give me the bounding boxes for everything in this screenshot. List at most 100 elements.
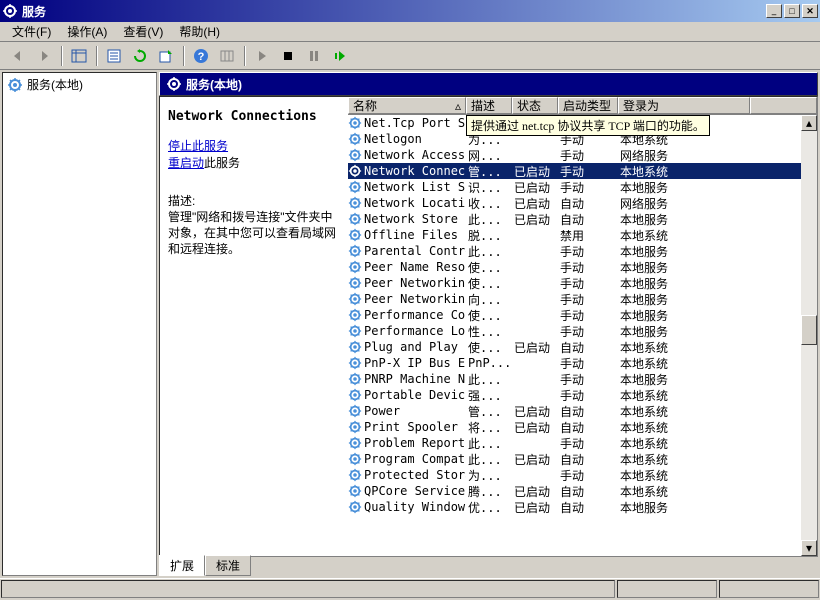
col-status[interactable]: 状态	[512, 97, 558, 114]
scroll-up-button[interactable]: ▴	[801, 115, 817, 131]
service-row[interactable]: Peer Networkin...向...手动本地服务	[348, 291, 817, 307]
tab-standard[interactable]: 标准	[205, 555, 251, 576]
app-icon	[2, 3, 18, 19]
service-row[interactable]: Network List S...识...已启动手动本地服务	[348, 179, 817, 195]
service-row[interactable]: Performance Co...使...手动本地服务	[348, 307, 817, 323]
refresh-button[interactable]	[128, 45, 152, 67]
gear-icon	[348, 116, 362, 130]
gear-icon	[348, 340, 362, 354]
menu-view[interactable]: 查看(V)	[115, 21, 171, 42]
service-row[interactable]: Offline Files脱...禁用本地系统	[348, 227, 817, 243]
gear-icon	[348, 148, 362, 162]
close-button[interactable]: ✕	[802, 4, 818, 18]
service-row[interactable]: Network Locati...收...已启动自动网络服务	[348, 195, 817, 211]
gear-icon	[348, 244, 362, 258]
service-row[interactable]: Network Store ...此...已启动自动本地服务	[348, 211, 817, 227]
gear-icon	[348, 276, 362, 290]
service-row[interactable]: Program Compat...此...已启动自动本地系统	[348, 451, 817, 467]
properties-button[interactable]	[102, 45, 126, 67]
tabbar: 扩展 标准	[159, 556, 818, 576]
vertical-scrollbar[interactable]: ▴ ▾	[801, 115, 817, 556]
desc-body: 管理"网络和拨号连接"文件夹中对象，在其中您可以查看局域网和远程连接。	[168, 209, 340, 257]
col-desc[interactable]: 描述	[466, 97, 512, 114]
gear-icon	[348, 356, 362, 370]
columns-button[interactable]	[215, 45, 239, 67]
scroll-down-button[interactable]: ▾	[801, 540, 817, 556]
service-row[interactable]: Peer Networkin...使...手动本地服务	[348, 275, 817, 291]
service-row[interactable]: Plug and Play使...已启动自动本地系统	[348, 339, 817, 355]
stop-link[interactable]: 停止此服务	[168, 138, 340, 154]
service-row[interactable]: Performance Lo...性...手动本地服务	[348, 323, 817, 339]
service-row[interactable]: Power管...已启动自动本地系统	[348, 403, 817, 419]
service-row[interactable]: Network Connec...管...已启动手动本地系统	[348, 163, 817, 179]
col-startup[interactable]: 启动类型	[558, 97, 618, 114]
stop-service-button[interactable]	[276, 45, 300, 67]
service-row[interactable]: Print Spooler将...已启动自动本地系统	[348, 419, 817, 435]
restart-link[interactable]: 重启动	[168, 156, 204, 170]
status-1	[617, 580, 717, 598]
gear-icon	[348, 468, 362, 482]
tooltip: 提供通过 net.tcp 协议共享 TCP 端口的功能。	[466, 115, 710, 136]
gear-icon	[348, 420, 362, 434]
gear-icon	[348, 324, 362, 338]
menu-action[interactable]: 操作(A)	[59, 21, 115, 42]
menu-help[interactable]: 帮助(H)	[171, 21, 228, 42]
col-spacer	[750, 97, 817, 114]
start-service-button	[250, 45, 274, 67]
scroll-track[interactable]	[801, 131, 817, 540]
gear-icon	[348, 500, 362, 514]
maximize-button[interactable]: □	[784, 4, 800, 18]
restart-suffix: 此服务	[204, 156, 240, 170]
service-row[interactable]: Parental Controls此...手动本地服务	[348, 243, 817, 259]
gear-icon	[348, 484, 362, 498]
gear-icon	[348, 260, 362, 274]
list-pane: 名称▵ 描述 状态 启动类型 登录为 Net.Tcp Port S...Netl…	[348, 97, 817, 556]
toolbar	[0, 42, 820, 70]
service-row[interactable]: PNRP Machine N...此...手动本地服务	[348, 371, 817, 387]
service-row[interactable]: Network Access...网...手动网络服务	[348, 147, 817, 163]
tree-pane: 服务(本地)	[2, 72, 157, 576]
gear-icon	[348, 404, 362, 418]
service-row[interactable]: Portable Devic...强...手动本地系统	[348, 387, 817, 403]
tab-extended[interactable]: 扩展	[159, 555, 205, 576]
gear-icon	[348, 292, 362, 306]
pane-header: 服务(本地)	[159, 72, 818, 96]
gear-icon	[348, 372, 362, 386]
back-button	[6, 45, 30, 67]
minimize-button[interactable]: _	[766, 4, 782, 18]
col-logon[interactable]: 登录为	[618, 97, 750, 114]
export-button[interactable]	[154, 45, 178, 67]
service-row[interactable]: Quality Window...优...已启动自动本地服务	[348, 499, 817, 515]
tree-root-label: 服务(本地)	[27, 76, 83, 93]
pause-service-button	[302, 45, 326, 67]
service-row[interactable]: QPCore Service腾...已启动自动本地系统	[348, 483, 817, 499]
forward-button	[32, 45, 56, 67]
gear-icon	[348, 164, 362, 178]
service-row[interactable]: Protected Storage为...手动本地系统	[348, 467, 817, 483]
col-name[interactable]: 名称▵	[348, 97, 466, 114]
gear-icon	[7, 77, 23, 93]
tree-root[interactable]: 服务(本地)	[3, 73, 156, 96]
titlebar: 服务 _ □ ✕	[0, 0, 820, 22]
scroll-thumb[interactable]	[801, 315, 817, 345]
gear-icon	[348, 228, 362, 242]
restart-service-button[interactable]	[328, 45, 352, 67]
detail-pane: Network Connections 停止此服务 重启动此服务 描述: 管理"…	[160, 97, 348, 556]
status-2	[719, 580, 819, 598]
gear-icon	[348, 388, 362, 402]
gear-icon	[348, 212, 362, 226]
pane-title: 服务(本地)	[186, 76, 242, 93]
menu-file[interactable]: 文件(F)	[4, 21, 59, 42]
gear-icon	[348, 308, 362, 322]
status-main	[1, 580, 615, 598]
gear-icon	[348, 452, 362, 466]
gear-icon	[166, 76, 182, 92]
service-row[interactable]: PnP-X IP Bus E...PnP...手动本地系统	[348, 355, 817, 371]
selected-service-name: Network Connections	[168, 109, 340, 124]
service-row[interactable]: Peer Name Reso...使...手动本地服务	[348, 259, 817, 275]
service-row[interactable]: Problem Report...此...手动本地系统	[348, 435, 817, 451]
show-hide-tree-button[interactable]	[67, 45, 91, 67]
gear-icon	[348, 196, 362, 210]
window-title: 服务	[22, 3, 766, 20]
help-button[interactable]	[189, 45, 213, 67]
